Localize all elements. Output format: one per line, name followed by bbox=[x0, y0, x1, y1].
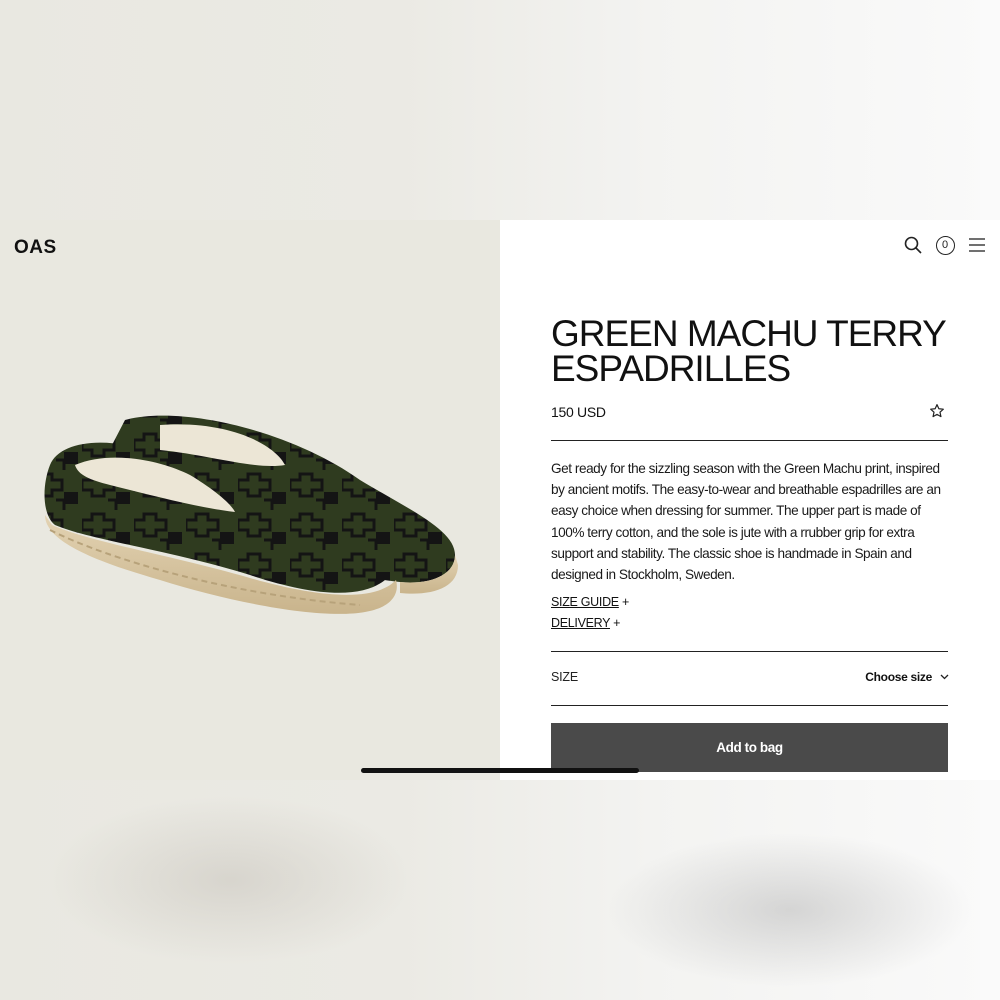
home-indicator[interactable] bbox=[361, 768, 639, 773]
expand-plus-icon[interactable]: + bbox=[622, 595, 629, 609]
product-image bbox=[44, 415, 458, 614]
product-details-panel: 0 GREEN MACHU TERRY ESPADRILLES 150 USD … bbox=[500, 220, 1000, 780]
divider bbox=[551, 705, 948, 706]
cart-count-badge: 0 bbox=[935, 235, 955, 255]
product-description: Get ready for the sizzling season with t… bbox=[551, 461, 941, 583]
divider bbox=[551, 651, 948, 652]
divider bbox=[551, 440, 948, 441]
size-guide-row: SIZE GUIDE + bbox=[551, 595, 629, 609]
hamburger-menu-icon[interactable] bbox=[966, 234, 988, 256]
app-screen: OAS 0 GREEN MACHU TERRY ESPADRILLES 150 … bbox=[0, 220, 1000, 780]
brand-logo[interactable]: OAS bbox=[14, 237, 57, 259]
delivery-link[interactable]: DELIVERY bbox=[551, 616, 610, 630]
size-label: SIZE bbox=[551, 670, 578, 684]
size-dropdown-value: Choose size bbox=[865, 670, 932, 684]
chevron-down-icon bbox=[940, 674, 949, 680]
expand-plus-icon[interactable]: + bbox=[613, 616, 620, 630]
header-actions: 0 bbox=[902, 234, 988, 256]
cart-button[interactable]: 0 bbox=[934, 234, 956, 256]
delivery-row: DELIVERY + bbox=[551, 616, 620, 630]
size-dropdown[interactable]: Choose size bbox=[865, 670, 949, 684]
search-icon[interactable] bbox=[902, 234, 924, 256]
size-guide-link[interactable]: SIZE GUIDE bbox=[551, 595, 619, 609]
product-title: GREEN MACHU TERRY ESPADRILLES bbox=[551, 313, 946, 389]
product-price: 150 USD bbox=[551, 404, 606, 420]
product-image-panel: OAS bbox=[0, 220, 500, 780]
add-to-bag-button[interactable]: Add to bag bbox=[551, 723, 948, 772]
star-outline-icon[interactable] bbox=[929, 403, 947, 421]
